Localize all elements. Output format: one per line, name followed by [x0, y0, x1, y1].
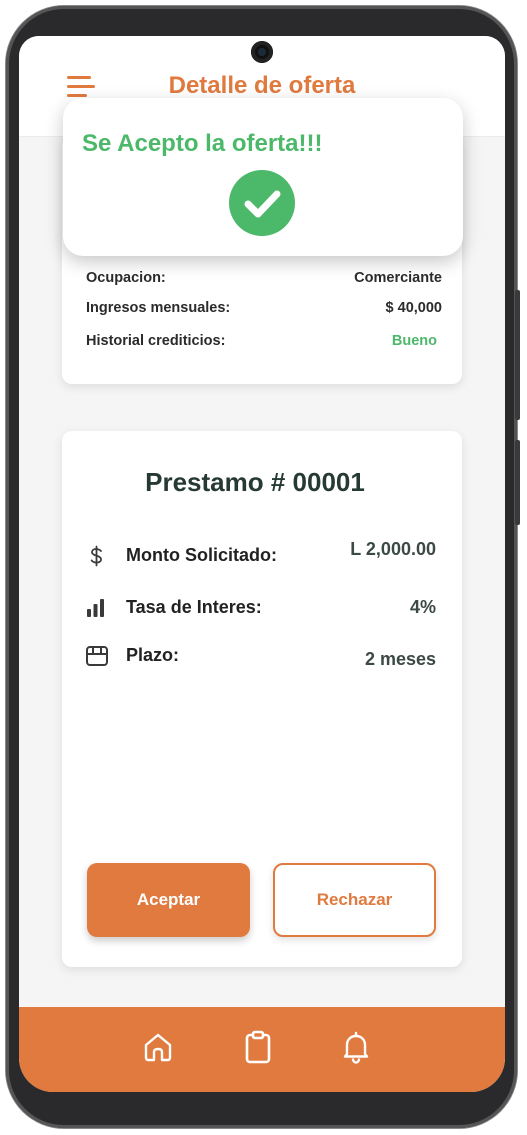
amount-value: L 2,000.00 [350, 539, 436, 559]
app-screen: Detalle de oferta Ocupacion: Comerciante… [19, 36, 505, 1092]
credit-history-value: Bueno [391, 333, 437, 349]
interest-label: Tasa de Interes: [126, 597, 262, 617]
dollar-icon [84, 543, 110, 569]
volume-button [515, 440, 520, 525]
occupation-value: Comerciante [354, 270, 442, 286]
page-title: Detalle de oferta [168, 72, 356, 99]
front-camera [251, 41, 273, 63]
accept-button[interactable]: Aceptar [87, 863, 250, 937]
check-circle-icon [229, 170, 295, 236]
loan-card: Prestamo # 00001 Monto Solicitado: L 2,0… [62, 431, 462, 967]
bar-chart-icon [84, 595, 110, 621]
loan-row-term: Plazo: 2 meses [84, 641, 436, 671]
info-row-credit-history: Historial crediticios: Bueno [86, 333, 442, 353]
success-toast: Se Acepto la oferta!!! [63, 98, 463, 256]
info-row-occupation: Ocupacion: Comerciante [86, 270, 442, 290]
power-button [515, 290, 520, 420]
clipboard-icon[interactable] [238, 1027, 278, 1067]
term-label: Plazo: [126, 645, 180, 665]
term-value: 2 meses [364, 649, 436, 669]
bottom-nav [19, 1007, 505, 1092]
income-label: Ingresos mensuales: [86, 300, 231, 316]
loan-row-interest: Tasa de Interes: 4% [84, 593, 436, 623]
toast-message: Se Acepto la oferta!!! [82, 130, 323, 157]
info-row-income: Ingresos mensuales: $ 40,000 [86, 300, 442, 320]
bell-icon[interactable] [336, 1027, 376, 1067]
reject-button[interactable]: Rechazar [273, 863, 436, 937]
interest-value: 4% [409, 597, 436, 617]
occupation-label: Ocupacion: [86, 270, 166, 286]
loan-title: Prestamo # 00001 [145, 467, 365, 497]
home-icon[interactable] [138, 1027, 178, 1067]
income-value: $ 40,000 [385, 300, 442, 316]
loan-row-amount: Monto Solicitado: L 2,000.00 [84, 539, 436, 571]
amount-label: Monto Solicitado: [126, 545, 277, 565]
credit-history-label: Historial crediticios: [86, 333, 226, 349]
calendar-icon [84, 643, 110, 669]
